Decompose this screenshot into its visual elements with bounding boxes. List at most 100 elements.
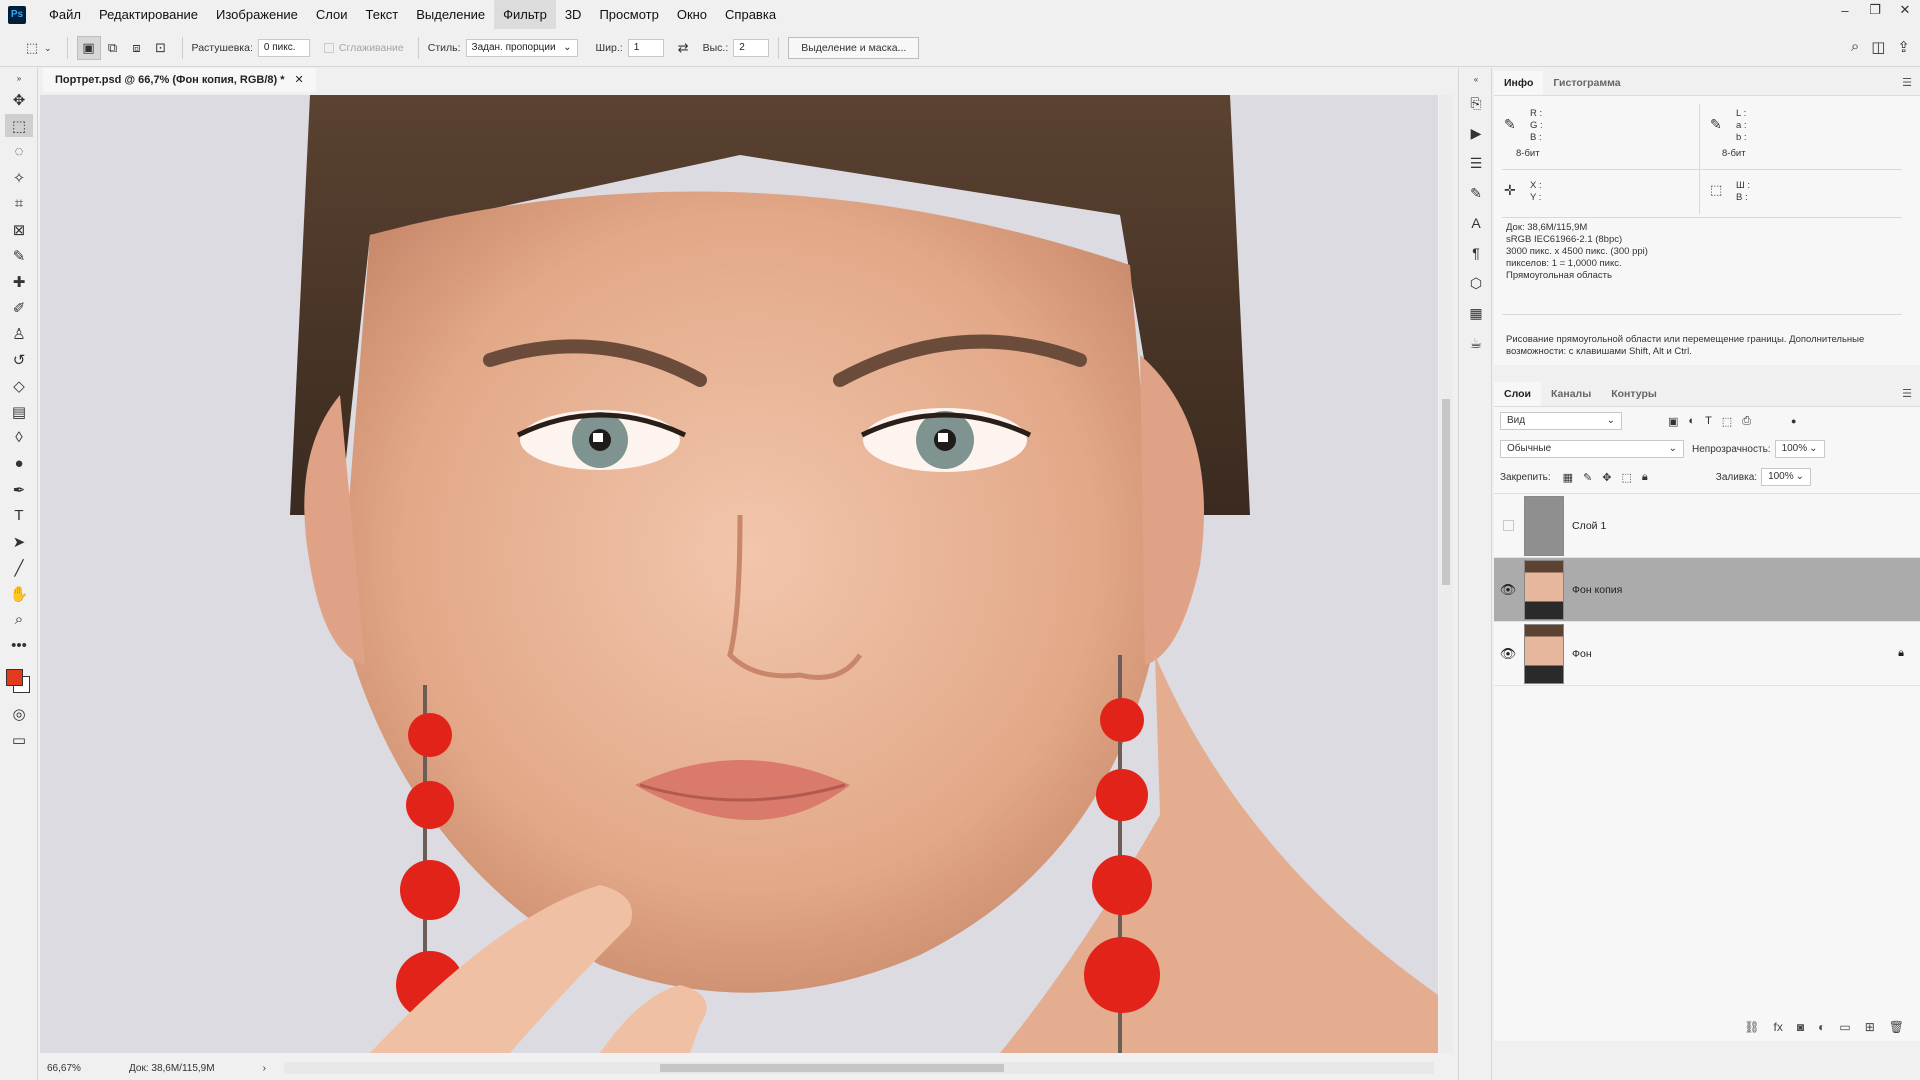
opacity-input[interactable]: 100% ⌄ <box>1774 440 1825 458</box>
layer-name[interactable]: Слой 1 <box>1572 520 1606 532</box>
marquee-preset-icon[interactable]: ⬚ <box>20 36 44 60</box>
subtract-selection-icon[interactable]: ⧈ <box>125 36 149 60</box>
collapse-icon[interactable]: « <box>1463 72 1489 86</box>
image-canvas[interactable] <box>40 95 1438 1053</box>
lock-artboard-icon[interactable]: ⬚ <box>1622 471 1632 484</box>
eyedropper-tool-icon[interactable]: ✎ <box>5 244 33 267</box>
menu-image[interactable]: Изображение <box>207 0 307 29</box>
collapse-icon[interactable]: » <box>5 71 33 85</box>
gradient-tool-icon[interactable]: ▤ <box>5 400 33 423</box>
new-layer-icon[interactable]: ⊞ <box>1865 1020 1875 1034</box>
style-select[interactable]: Задан. пропорции ⌄ <box>465 39 578 57</box>
learn-panel-icon[interactable]: ☕ <box>1463 330 1489 356</box>
paragraph-panel-icon[interactable]: ¶ <box>1463 240 1489 266</box>
zoom-level[interactable]: 66,67% <box>47 1063 107 1074</box>
crop-tool-icon[interactable]: ⌗ <box>5 192 33 215</box>
quick-mask-icon[interactable]: ◎ <box>5 702 33 725</box>
eraser-tool-icon[interactable]: ◇ <box>5 374 33 397</box>
foreground-color-swatch[interactable] <box>6 669 23 686</box>
character-panel-icon[interactable]: A <box>1463 210 1489 236</box>
layer-row[interactable]: 👁︎ Фон копия <box>1494 558 1920 622</box>
brush-settings-icon[interactable]: ✎ <box>1463 180 1489 206</box>
add-selection-icon[interactable]: ⧉ <box>101 36 125 60</box>
menu-type[interactable]: Текст <box>357 0 408 29</box>
layer-row[interactable]: 👁︎ Фон 🔒︎ <box>1494 622 1920 686</box>
filter-pixel-icon[interactable]: ▣ <box>1668 415 1678 428</box>
share-icon[interactable]: ⇪ <box>1897 38 1910 56</box>
history-brush-tool-icon[interactable]: ↺ <box>5 348 33 371</box>
lock-position-icon[interactable]: ✥ <box>1602 471 1611 484</box>
line-tool-icon[interactable]: ╱ <box>5 556 33 579</box>
rectangular-marquee-tool-icon[interactable]: ⬚ <box>5 114 33 137</box>
link-layers-icon[interactable]: ⛓ <box>1744 1020 1759 1034</box>
chevron-down-icon[interactable]: ⌄ <box>44 43 52 54</box>
brush-tool-icon[interactable]: ✐ <box>5 296 33 319</box>
menu-window[interactable]: Окно <box>668 0 716 29</box>
lock-all-icon[interactable]: 🔒︎ <box>1642 471 1648 484</box>
layer-filter-select[interactable]: Вид ⌄ <box>1500 412 1622 430</box>
layer-row[interactable]: Слой 1 <box>1494 494 1920 558</box>
more-tools-icon[interactable]: ••• <box>5 634 33 657</box>
magic-wand-tool-icon[interactable]: ✧ <box>5 166 33 189</box>
history-panel-icon[interactable]: ⎘ <box>1463 90 1489 116</box>
tab-layers[interactable]: Слои <box>1494 382 1541 406</box>
workspace-icon[interactable]: ◫ <box>1871 38 1885 56</box>
filter-adjustment-icon[interactable]: ◐ <box>1688 415 1695 427</box>
path-selection-tool-icon[interactable]: ➤ <box>5 530 33 553</box>
new-group-icon[interactable]: ▭ <box>1839 1020 1850 1034</box>
swap-icon[interactable]: ⇄ <box>678 40 689 56</box>
menu-view[interactable]: Просмотр <box>590 0 667 29</box>
menu-help[interactable]: Справка <box>716 0 785 29</box>
panel-menu-icon[interactable]: ☰ <box>1902 387 1912 400</box>
screen-mode-icon[interactable]: ▭ <box>5 728 33 751</box>
healing-brush-tool-icon[interactable]: ✚ <box>5 270 33 293</box>
scroll-thumb[interactable] <box>1442 399 1450 585</box>
fill-input[interactable]: 100% ⌄ <box>1761 468 1812 486</box>
scroll-thumb[interactable] <box>660 1064 1004 1072</box>
lasso-tool-icon[interactable]: ◌ <box>5 140 33 163</box>
chevron-right-icon[interactable]: › <box>263 1063 266 1074</box>
filter-type-icon[interactable]: T <box>1705 415 1712 427</box>
menu-3d[interactable]: 3D <box>556 0 591 29</box>
close-tab-icon[interactable]: ✕ <box>295 74 304 86</box>
frame-tool-icon[interactable]: ⊠ <box>5 218 33 241</box>
lock-transparent-icon[interactable]: ▦ <box>1563 471 1573 484</box>
lock-pixels-icon[interactable]: ✎ <box>1583 471 1592 484</box>
select-and-mask-button[interactable]: Выделение и маска... <box>788 37 920 59</box>
clone-stamp-tool-icon[interactable]: ♙ <box>5 322 33 345</box>
antialias-checkbox[interactable] <box>323 43 334 53</box>
menu-select[interactable]: Выделение <box>407 0 494 29</box>
filter-shape-icon[interactable]: ⬚ <box>1722 415 1732 428</box>
width-input[interactable]: 1 <box>627 39 664 57</box>
pen-tool-icon[interactable]: ✒ <box>5 478 33 501</box>
adjustments-panel-icon[interactable]: ☰ <box>1463 150 1489 176</box>
visibility-toggle[interactable] <box>1494 520 1522 531</box>
panel-menu-icon[interactable]: ☰ <box>1902 76 1912 89</box>
horizontal-scrollbar[interactable] <box>284 1062 1434 1074</box>
menu-layer[interactable]: Слои <box>307 0 357 29</box>
layer-style-icon[interactable]: fx <box>1774 1020 1783 1034</box>
close-icon[interactable]: ✕ <box>1890 0 1920 20</box>
3d-panel-icon[interactable]: ⬡ <box>1463 270 1489 296</box>
layer-name[interactable]: Фон копия <box>1572 584 1622 596</box>
minimize-icon[interactable]: – <box>1830 0 1860 20</box>
zoom-tool-icon[interactable]: ⌕ <box>5 608 33 631</box>
new-selection-icon[interactable]: ▣ <box>76 36 101 60</box>
feather-input[interactable]: 0 пикс. <box>257 39 310 57</box>
dodge-tool-icon[interactable]: ● <box>5 452 33 475</box>
blend-mode-select[interactable]: Обычные ⌄ <box>1500 440 1684 458</box>
filter-toggle-icon[interactable]: ● <box>1791 416 1796 426</box>
menu-edit[interactable]: Редактирование <box>90 0 207 29</box>
tab-paths[interactable]: Контуры <box>1601 382 1667 406</box>
properties-panel-icon[interactable]: ▦ <box>1463 300 1489 326</box>
delete-layer-icon[interactable]: 🗑︎ <box>1889 1020 1904 1034</box>
blur-tool-icon[interactable]: ◊ <box>5 426 33 449</box>
menu-file[interactable]: Файл <box>40 0 90 29</box>
search-icon[interactable]: ⌕ <box>1851 38 1859 56</box>
eye-icon[interactable]: 👁︎ <box>1494 582 1522 598</box>
add-mask-icon[interactable]: ◙ <box>1797 1020 1804 1034</box>
layer-name[interactable]: Фон <box>1572 648 1592 660</box>
document-tab[interactable]: Портрет.psd @ 66,7% (Фон копия, RGB/8) *… <box>43 68 316 92</box>
eye-icon[interactable]: 👁︎ <box>1494 646 1522 662</box>
vertical-scrollbar[interactable] <box>1439 95 1453 1053</box>
